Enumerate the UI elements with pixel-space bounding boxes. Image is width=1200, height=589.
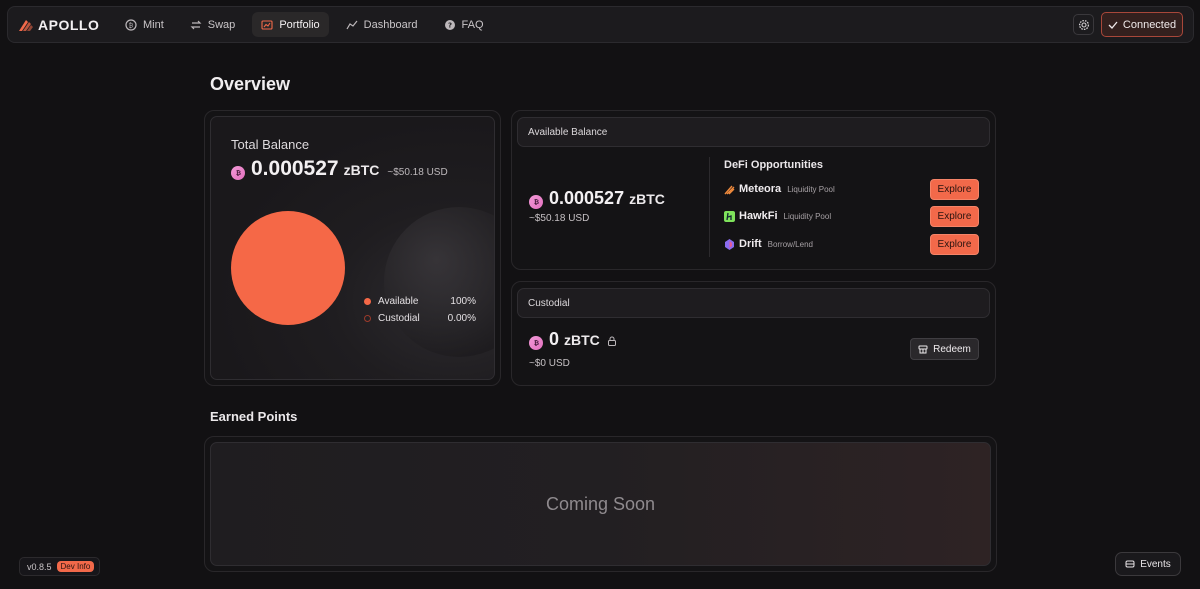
dev-info-badge[interactable]: Dev Info xyxy=(56,561,95,572)
version-number: v0.8.5 xyxy=(27,561,52,572)
defi-type: Liquidity Pool xyxy=(787,184,835,194)
total-balance-usd: ~$50.18 USD xyxy=(387,167,448,178)
legend-value: 100% xyxy=(450,296,476,307)
custodial-header: Custodial xyxy=(517,288,990,318)
svg-text:₿: ₿ xyxy=(129,22,134,29)
available-balance-header: Available Balance xyxy=(517,117,990,147)
explore-button-drift[interactable]: Explore xyxy=(930,233,979,255)
earned-points-title: Earned Points xyxy=(210,409,298,424)
svg-text:?: ? xyxy=(447,21,451,29)
meteora-logo-icon xyxy=(724,185,735,194)
zbtc-coin-icon: ₿ xyxy=(529,194,543,209)
custodial-unit: zBTC xyxy=(564,332,600,348)
legend-item-custodial: Custodial 0.00% xyxy=(364,310,476,327)
dashboard-icon xyxy=(346,20,358,29)
question-icon: ? xyxy=(444,19,455,30)
nav-item-swap[interactable]: Swap xyxy=(181,12,245,37)
legend-dot-available xyxy=(364,298,371,305)
total-balance-unit: zBTC xyxy=(343,162,380,178)
events-icon xyxy=(1125,560,1135,568)
svg-text:₿: ₿ xyxy=(533,198,538,206)
defi-opportunities-title: DeFi Opportunities xyxy=(724,159,823,171)
legend-dot-custodial xyxy=(364,315,371,322)
defi-row-hawkfi: HawkFi Liquidity Pool Explore xyxy=(724,205,979,227)
nav-label-portfolio: Portfolio xyxy=(279,18,320,31)
custodial-value: 0 xyxy=(549,329,560,349)
legend-name: Available xyxy=(378,296,419,307)
nav-item-faq[interactable]: ? FAQ xyxy=(435,12,493,37)
zbtc-coin-icon: ₿ xyxy=(231,165,245,180)
nav-label-dashboard: Dashboard xyxy=(363,18,418,31)
settings-button[interactable] xyxy=(1073,14,1094,35)
legend-value: 0.00% xyxy=(447,313,476,324)
custodial-amount: ₿ 0 zBTC xyxy=(529,329,617,350)
custodial-usd: ~$0 USD xyxy=(529,358,570,369)
defi-row-drift: Drift Borrow/Lend Explore xyxy=(724,233,979,255)
vertical-divider xyxy=(709,157,710,257)
bitcoin-circle-icon: ₿ xyxy=(125,18,137,31)
redeem-button[interactable]: Redeem xyxy=(910,338,979,360)
lock-icon xyxy=(607,336,616,346)
earned-points-panel: Coming Soon xyxy=(210,442,991,566)
nav-label-faq: FAQ xyxy=(461,18,484,31)
drift-logo-icon xyxy=(725,238,734,250)
available-balance-value: 0.000527 xyxy=(549,188,625,208)
gear-icon xyxy=(1078,19,1089,30)
total-balance-label: Total Balance xyxy=(231,137,310,152)
swap-arrows-icon xyxy=(190,20,202,29)
connected-label: Connected xyxy=(1122,18,1177,31)
explore-button-hawkfi[interactable]: Explore xyxy=(930,205,979,227)
legend-item-available: Available 100% xyxy=(364,293,476,310)
nav-item-mint[interactable]: ₿ Mint xyxy=(116,12,173,37)
redeem-label: Redeem xyxy=(933,343,971,355)
total-balance-value: 0.000527 xyxy=(251,157,339,180)
zbtc-coin-icon: ₿ xyxy=(529,335,543,350)
page-title: Overview xyxy=(210,74,291,94)
explore-button-meteora[interactable]: Explore xyxy=(930,178,979,200)
svg-text:₿: ₿ xyxy=(533,339,538,347)
available-balance-card: Available Balance ₿ 0.000527 zBTC ~$50.1… xyxy=(511,110,996,270)
defi-name: HawkFi xyxy=(739,210,778,222)
brand-logo[interactable]: APOLLO xyxy=(18,17,108,33)
wallet-connected-button[interactable]: Connected xyxy=(1101,12,1183,37)
chart-icon xyxy=(261,19,273,30)
defi-type: Liquidity Pool xyxy=(783,211,832,221)
nav-label-swap: Swap xyxy=(207,18,236,31)
total-balance-amount: ₿ 0.000527 zBTC ~$50.18 USD xyxy=(231,157,448,181)
total-balance-panel: Total Balance ₿ 0.000527 zBTC ~$50.18 US… xyxy=(210,116,495,380)
apollo-logo-icon xyxy=(19,19,33,31)
available-balance-unit: zBTC xyxy=(629,191,665,207)
nav-item-portfolio[interactable]: Portfolio xyxy=(252,12,329,37)
background-globe-graphic xyxy=(384,207,494,357)
available-balance-amount: ₿ 0.000527 zBTC xyxy=(529,188,665,209)
custodial-card: Custodial ₿ 0 zBTC ~$0 USD Redeem xyxy=(511,281,996,386)
hawkfi-logo-icon xyxy=(724,210,735,222)
events-button[interactable]: Events xyxy=(1115,552,1181,576)
svg-text:₿: ₿ xyxy=(235,169,240,177)
defi-row-meteora: Meteora Liquidity Pool Explore xyxy=(724,178,979,200)
balance-pie-chart xyxy=(231,211,345,325)
earned-points-card: Coming Soon xyxy=(204,436,997,572)
defi-name: Meteora xyxy=(739,183,782,195)
defi-type: Borrow/Lend xyxy=(767,239,813,249)
events-label: Events xyxy=(1140,558,1171,570)
check-icon xyxy=(1108,21,1118,29)
defi-name: Drift xyxy=(739,238,762,250)
redeem-icon xyxy=(918,345,928,354)
coming-soon-text: Coming Soon xyxy=(545,493,656,514)
nav-label-mint: Mint xyxy=(143,18,164,31)
version-badge[interactable]: v0.8.5 Dev Info xyxy=(19,557,100,576)
balance-legend: Available 100% Custodial 0.00% xyxy=(364,293,476,327)
nav-item-dashboard[interactable]: Dashboard xyxy=(337,12,427,37)
top-nav: APOLLO ₿ Mint Swap Portfolio Dashboard ?… xyxy=(7,6,1194,43)
available-balance-usd: ~$50.18 USD xyxy=(529,213,590,224)
brand-name: APOLLO xyxy=(38,16,100,33)
total-balance-card: Total Balance ₿ 0.000527 zBTC ~$50.18 US… xyxy=(204,110,501,386)
legend-name: Custodial xyxy=(378,313,420,324)
